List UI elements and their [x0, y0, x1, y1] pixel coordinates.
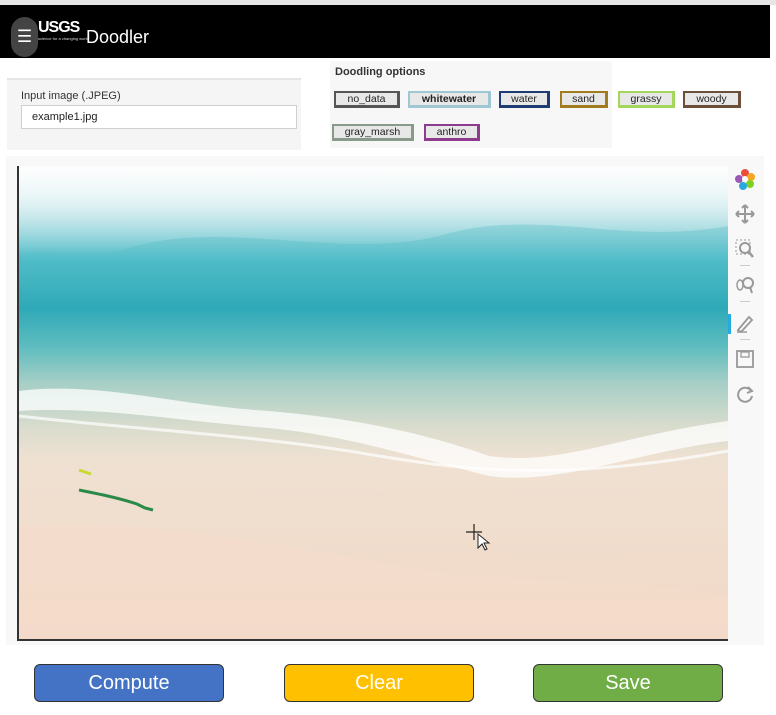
class-option-gray-marsh[interactable]: gray_marsh — [332, 124, 414, 141]
pan-icon[interactable] — [734, 203, 756, 225]
image-canvas[interactable] — [17, 166, 728, 641]
save-icon[interactable] — [734, 348, 756, 370]
class-option-no-data[interactable]: no_data — [334, 91, 400, 108]
save-button[interactable]: Save — [533, 664, 723, 702]
hamburger-icon: ☰ — [16, 27, 33, 46]
clear-button[interactable]: Clear — [284, 664, 474, 702]
menu-button[interactable]: ☰ — [11, 17, 38, 57]
input-image-label: Input image (.JPEG) — [21, 90, 121, 102]
usgs-logo: USGS science for a changing world — [38, 19, 89, 41]
app-header: ☰ USGS science for a changing world Dood… — [0, 5, 770, 58]
doodling-options-title: Doodling options — [335, 66, 426, 78]
app-title: Doodler — [86, 27, 150, 47]
wheel-zoom-icon[interactable] — [734, 274, 756, 296]
reset-icon[interactable] — [734, 383, 756, 405]
input-image-field[interactable] — [21, 105, 297, 129]
class-option-whitewater[interactable]: whitewater — [408, 91, 491, 108]
bokeh-logo-icon[interactable] — [734, 168, 756, 190]
class-option-sand[interactable]: sand — [560, 91, 608, 108]
plot-toolbar — [728, 166, 758, 406]
class-option-woody[interactable]: woody — [683, 91, 741, 108]
compute-button[interactable]: Compute — [34, 664, 224, 702]
class-option-grassy[interactable]: grassy — [618, 91, 675, 108]
freehand-draw-icon[interactable] — [734, 312, 756, 334]
class-option-water[interactable]: water — [499, 91, 550, 108]
input-image-panel: Input image (.JPEG) — [7, 78, 301, 150]
beach-image — [19, 166, 728, 639]
box-zoom-icon[interactable] — [734, 238, 756, 260]
active-tool-indicator — [728, 314, 731, 334]
class-option-anthro[interactable]: anthro — [424, 124, 480, 141]
